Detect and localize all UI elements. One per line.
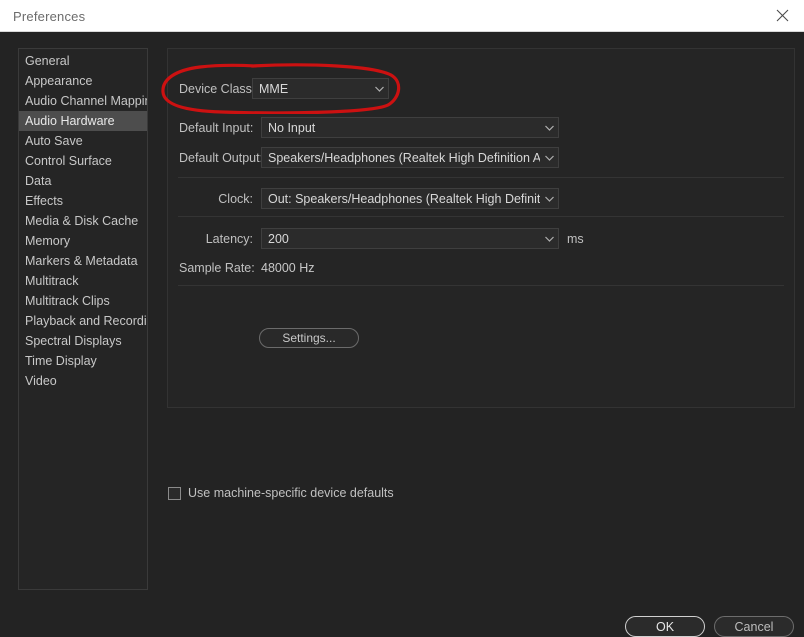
cancel-button[interactable]: Cancel: [714, 616, 794, 637]
machine-specific-defaults-row[interactable]: Use machine-specific device defaults: [168, 486, 394, 500]
sample-rate-label: Sample Rate:: [179, 260, 255, 275]
sample-rate-value: 48000 Hz: [261, 260, 315, 275]
device-class-select[interactable]: MME: [252, 78, 389, 99]
sidebar-item-playback-and-recording[interactable]: Playback and Recording: [19, 311, 147, 331]
sidebar-item-multitrack-clips[interactable]: Multitrack Clips: [19, 291, 147, 311]
default-output-value: Speakers/Headphones (Realtek High Defini…: [268, 150, 540, 165]
sidebar-item-video[interactable]: Video: [19, 371, 147, 391]
preferences-dialog-body: General Appearance Audio Channel Mapping…: [0, 32, 804, 637]
sidebar-item-spectral-displays[interactable]: Spectral Displays: [19, 331, 147, 351]
sidebar-item-data[interactable]: Data: [19, 171, 147, 191]
latency-label: Latency:: [205, 231, 253, 246]
latency-value: 200: [268, 231, 289, 246]
chevron-down-icon: [370, 79, 388, 98]
sidebar-item-audio-channel-mapping[interactable]: Audio Channel Mapping: [19, 91, 147, 111]
divider: [178, 216, 784, 217]
sidebar-item-media-disk-cache[interactable]: Media & Disk Cache: [19, 211, 147, 231]
device-class-value: MME: [259, 81, 289, 96]
sidebar-item-markers-metadata[interactable]: Markers & Metadata: [19, 251, 147, 271]
sidebar-item-time-display[interactable]: Time Display: [19, 351, 147, 371]
device-class-row: Device Class: MME: [179, 78, 389, 99]
window-titlebar: Preferences: [0, 0, 804, 32]
sidebar-item-general[interactable]: General: [19, 51, 147, 71]
divider: [178, 285, 784, 286]
clock-row: Clock: Out: Speakers/Headphones (Realtek…: [179, 188, 559, 209]
sidebar-item-auto-save[interactable]: Auto Save: [19, 131, 147, 151]
sample-rate-row: Sample Rate: 48000 Hz: [179, 257, 315, 278]
divider: [178, 177, 784, 178]
ok-button[interactable]: OK: [625, 616, 705, 637]
sidebar-item-appearance[interactable]: Appearance: [19, 71, 147, 91]
machine-specific-defaults-label: Use machine-specific device defaults: [188, 486, 394, 500]
latency-row: Latency: 200 ms: [179, 228, 584, 249]
default-input-value: No Input: [268, 120, 316, 135]
latency-unit-label: ms: [567, 231, 584, 246]
sidebar-item-control-surface[interactable]: Control Surface: [19, 151, 147, 171]
sidebar-item-audio-hardware[interactable]: Audio Hardware: [19, 111, 147, 131]
sidebar-item-effects[interactable]: Effects: [19, 191, 147, 211]
clock-value: Out: Speakers/Headphones (Realtek High D…: [268, 191, 540, 206]
chevron-down-icon: [540, 229, 558, 248]
settings-button[interactable]: Settings...: [259, 328, 359, 348]
chevron-down-icon: [540, 148, 558, 167]
machine-specific-defaults-checkbox[interactable]: [168, 486, 181, 500]
close-icon[interactable]: [760, 0, 804, 31]
default-input-select[interactable]: No Input: [261, 117, 559, 138]
default-output-select[interactable]: Speakers/Headphones (Realtek High Defini…: [261, 147, 559, 168]
clock-select[interactable]: Out: Speakers/Headphones (Realtek High D…: [261, 188, 559, 209]
latency-select[interactable]: 200: [261, 228, 559, 249]
default-output-row: Default Output: Speakers/Headphones (Rea…: [179, 147, 559, 168]
sidebar-item-memory[interactable]: Memory: [19, 231, 147, 251]
default-input-row: Default Input: No Input: [179, 117, 559, 138]
chevron-down-icon: [540, 189, 558, 208]
chevron-down-icon: [540, 118, 558, 137]
window-title: Preferences: [13, 9, 86, 24]
default-output-label: Default Output:: [179, 150, 264, 165]
sidebar-item-multitrack[interactable]: Multitrack: [19, 271, 147, 291]
preferences-category-list[interactable]: General Appearance Audio Channel Mapping…: [18, 48, 148, 590]
default-input-label: Default Input:: [179, 120, 254, 135]
clock-label: Clock:: [218, 191, 253, 206]
device-class-label: Device Class:: [179, 81, 256, 96]
